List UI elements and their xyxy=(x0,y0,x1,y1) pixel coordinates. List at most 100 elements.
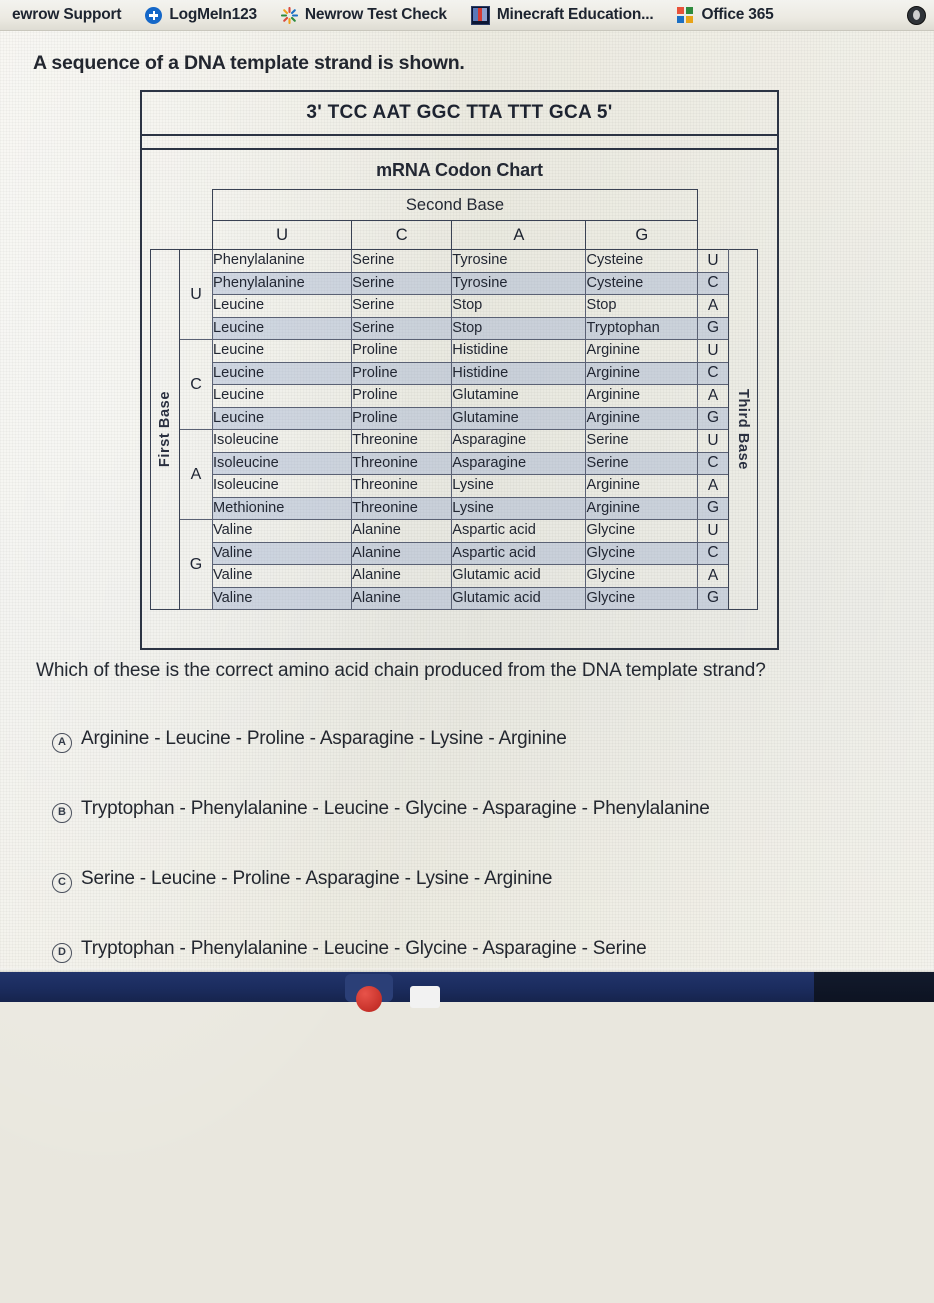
codon-cell: Aspartic acid xyxy=(451,519,587,543)
bookmark-label: ewrow Support xyxy=(12,6,122,23)
first-base-a: A xyxy=(179,429,213,520)
codon-cell: Histidine xyxy=(451,361,587,385)
figure-container: 3' TCC AAT GGC TTA TTT GCA 5' mRNA Codon… xyxy=(140,90,779,650)
bookmark-label: Office 365 xyxy=(701,6,774,23)
second-base-col-a: A xyxy=(451,220,587,250)
option-letter-a[interactable]: A xyxy=(52,733,72,753)
bookmark-item-newrow-support[interactable]: ewrow Support xyxy=(0,0,133,30)
table-row: C Leucine Proline Histidine Arginine U xyxy=(151,339,758,430)
codon-cell: Cysteine xyxy=(585,271,698,295)
answer-option-a[interactable]: A Arginine - Leucine - Proline - Asparag… xyxy=(52,728,922,798)
codon-cell: Threonine xyxy=(351,474,453,498)
table-row: Leucine Proline Glutamine Arginine A xyxy=(151,384,758,408)
codon-cell: Valine xyxy=(211,586,353,610)
codon-cell: Asparagine xyxy=(451,429,587,453)
third-base-cell: U xyxy=(697,519,729,543)
taskbar-system-tray[interactable] xyxy=(814,972,934,1002)
bookmark-item-office-365[interactable]: Office 365 xyxy=(665,0,785,30)
taskbar-app-icon-red[interactable] xyxy=(356,986,382,1012)
codon-cell: Proline xyxy=(351,339,453,363)
bookmark-label: LogMeIn123 xyxy=(169,6,257,23)
codon-cell: Valine xyxy=(211,519,353,543)
table-row: Valine Alanine Aspartic acid Glycine C xyxy=(150,541,758,565)
codon-cell: Threonine xyxy=(351,429,453,453)
codon-cell: Threonine xyxy=(351,496,453,520)
codon-cell: Threonine xyxy=(351,451,453,475)
option-text-c[interactable]: Serine - Leucine - Proline - Asparagine … xyxy=(81,868,552,890)
answer-option-c[interactable]: C Serine - Leucine - Proline - Asparagin… xyxy=(52,868,922,938)
codon-chart-title: mRNA Codon Chart xyxy=(376,160,543,180)
codon-cell: Isoleucine xyxy=(211,451,353,475)
codon-cell: Arginine xyxy=(585,384,698,408)
table-header-bases: U C A G xyxy=(151,220,758,250)
third-base-cell: U xyxy=(697,429,729,453)
codon-cell: Proline xyxy=(351,406,453,430)
table-row: Valine Alanine Glutamic acid Glycine G xyxy=(150,586,758,610)
bookmark-item-logmein123[interactable]: LogMeIn123 xyxy=(133,0,269,30)
question-stem: A sequence of a DNA template strand is s… xyxy=(33,52,465,74)
codon-cell: Serine xyxy=(585,429,698,453)
third-base-cell: G xyxy=(697,316,729,340)
codon-cell: Glutamic acid xyxy=(451,564,587,588)
answer-options-list: A Arginine - Leucine - Proline - Asparag… xyxy=(52,728,922,1008)
codon-cell: Aspartic acid xyxy=(451,541,587,565)
answer-option-b[interactable]: B Tryptophan - Phenylalanine - Leucine -… xyxy=(52,798,922,868)
codon-cell: Glycine xyxy=(585,519,698,543)
codon-cell: Leucine xyxy=(211,361,353,385)
profile-button[interactable] xyxy=(895,0,934,30)
second-base-col-g: G xyxy=(585,220,698,250)
codon-cell: Proline xyxy=(351,384,453,408)
option-letter-d[interactable]: D xyxy=(52,943,72,963)
option-letter-c[interactable]: C xyxy=(52,873,72,893)
table-row: Phenylalanine Serine Tyrosine Cysteine C xyxy=(150,271,758,295)
codon-cell: Arginine xyxy=(585,339,698,363)
option-text-b[interactable]: Tryptophan - Phenylalanine - Leucine - G… xyxy=(81,798,710,820)
third-base-cell: A xyxy=(697,564,729,588)
table-header-second-base: Second Base xyxy=(151,189,758,221)
codon-cell: Tryptophan xyxy=(585,316,698,340)
codon-cell: Leucine xyxy=(211,406,353,430)
figure-divider xyxy=(142,136,777,150)
third-base-cell: A xyxy=(697,474,729,498)
microsoft-icon xyxy=(677,6,694,24)
first-base-g: G xyxy=(179,519,213,610)
codon-cell: Glutamic acid xyxy=(451,586,587,610)
codon-cell: Alanine xyxy=(351,519,453,543)
first-base-c: C xyxy=(179,339,213,430)
codon-cell: Arginine xyxy=(585,406,698,430)
codon-cell: Methionine xyxy=(211,496,353,520)
bookmark-item-newrow-test-check[interactable]: Newrow Test Check xyxy=(269,0,459,30)
codon-cell: Leucine xyxy=(211,316,353,340)
codon-cell: Phenylalanine xyxy=(211,249,353,273)
codon-cell: Valine xyxy=(211,564,353,588)
table-row: A Isoleucine Threonine Asparagine Serine… xyxy=(151,429,758,520)
codon-cell: Alanine xyxy=(351,564,453,588)
profile-avatar-icon xyxy=(907,5,926,25)
first-base-u: U xyxy=(179,249,213,340)
second-base-col-c: C xyxy=(351,220,453,250)
codon-cell: Isoleucine xyxy=(211,429,353,453)
plus-circle-icon xyxy=(145,6,163,24)
codon-cell: Leucine xyxy=(211,384,353,408)
taskbar-app-icon-white[interactable] xyxy=(410,986,440,1008)
option-letter-b[interactable]: B xyxy=(52,803,72,823)
third-base-cell: G xyxy=(697,586,729,610)
codon-cell: Lysine xyxy=(451,496,587,520)
codon-cell: Valine xyxy=(211,541,353,565)
codon-cell: Serine xyxy=(351,316,453,340)
first-base-axis-label: First Base xyxy=(150,249,180,610)
codon-cell: Stop xyxy=(585,294,698,318)
codon-cell: Serine xyxy=(351,271,453,295)
bookmark-item-minecraft-education[interactable]: Minecraft Education... xyxy=(459,0,666,30)
option-text-d[interactable]: Tryptophan - Phenylalanine - Leucine - G… xyxy=(81,938,647,960)
dna-sequence-text: 3' TCC AAT GGC TTA TTT GCA 5' xyxy=(306,102,613,123)
codon-cell: Tyrosine xyxy=(451,249,587,273)
dna-sequence-band: 3' TCC AAT GGC TTA TTT GCA 5' xyxy=(142,92,777,136)
third-base-cell: G xyxy=(697,406,729,430)
option-text-a[interactable]: Arginine - Leucine - Proline - Asparagin… xyxy=(81,728,567,750)
codon-cell: Leucine xyxy=(211,294,353,318)
windows-taskbar[interactable] xyxy=(0,972,934,1012)
third-base-cell: C xyxy=(697,271,729,295)
question-text: Which of these is the correct amino acid… xyxy=(36,660,766,681)
table-row: Leucine Proline Histidine Arginine C xyxy=(150,361,758,385)
